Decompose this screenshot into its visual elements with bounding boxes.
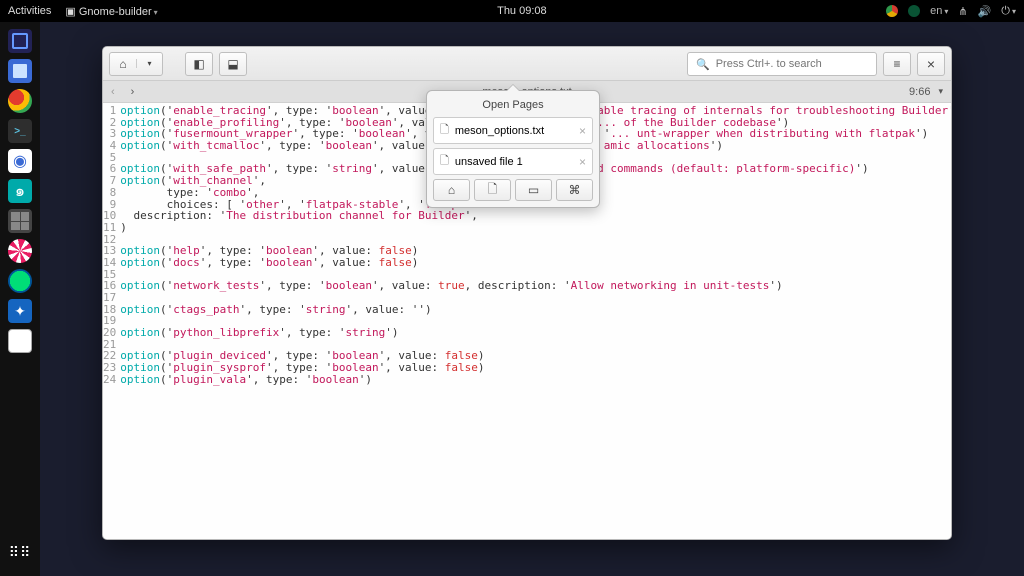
home-dropdown-button[interactable]: ⌂▾ [109, 52, 163, 76]
close-button[interactable]: × [917, 52, 945, 76]
close-page-button[interactable]: × [579, 124, 586, 138]
dock-text-icon[interactable] [5, 327, 35, 355]
panel-bottom-icon: ⬓ [227, 57, 238, 71]
volume-icon[interactable]: 🔊 [978, 5, 992, 18]
cursor-position: 9:66 [909, 86, 930, 98]
gnome-topbar: Activities ▣ Gnome-builder▾ Thu 09:08 en… [0, 0, 1024, 22]
dock-nautilus-icon[interactable] [5, 57, 35, 85]
panel-bottom-button[interactable]: ⬓ [219, 52, 247, 76]
home-icon: ⌂ [110, 57, 136, 71]
dock-candy-icon[interactable] [5, 237, 35, 265]
chrome-indicator-icon[interactable] [886, 5, 898, 17]
dock-chrome-icon[interactable] [5, 87, 35, 115]
headerbar: ⌂▾ ◧ ⬓ ≡ × [103, 47, 951, 81]
popover-newfile-button[interactable]: 🗋 [474, 179, 511, 201]
dock-swirl-icon[interactable]: ๑ [5, 177, 35, 205]
open-pages-popover: Open Pages meson_options.txt × unsaved f… [426, 90, 600, 208]
lang-indicator[interactable]: en▾ [930, 5, 948, 17]
dock-settings-icon[interactable]: ◉ [5, 147, 35, 175]
tab-menu-button[interactable]: ▾ [938, 86, 943, 97]
open-page-item[interactable]: meson_options.txt × [433, 117, 593, 144]
status-indicator-icon[interactable] [908, 5, 920, 17]
popover-link-button[interactable]: ⌘ [556, 179, 593, 201]
popover-screen-button[interactable]: ▭ [515, 179, 552, 201]
power-icon[interactable]: ⏻▾ [1001, 5, 1016, 18]
search-icon [696, 57, 710, 71]
close-page-button[interactable]: × [579, 155, 586, 169]
dock-globe-icon[interactable] [5, 267, 35, 295]
popover-home-button[interactable]: ⌂ [433, 179, 470, 201]
file-icon [440, 121, 449, 140]
panel-left-icon: ◧ [193, 57, 204, 71]
chevron-down-icon: ▾ [136, 59, 162, 68]
file-icon [440, 152, 449, 171]
activities-button[interactable]: Activities [8, 5, 51, 17]
hamburger-icon: ≡ [893, 57, 900, 71]
dock-apps-icon[interactable]: ⠿⠿ [5, 538, 35, 566]
open-page-label: meson_options.txt [455, 125, 544, 137]
dock-files-icon[interactable] [5, 27, 35, 55]
clock[interactable]: Thu 09:08 [158, 5, 886, 17]
panel-left-button[interactable]: ◧ [185, 52, 213, 76]
search-box[interactable] [687, 52, 877, 76]
line-gutter: 123456789101112131415161718192021222324 [103, 105, 120, 539]
nav-back-button[interactable]: ‹ [103, 86, 123, 98]
open-page-label: unsaved file 1 [455, 156, 523, 168]
dock-terminal-icon[interactable]: >_ [5, 117, 35, 145]
app-menu[interactable]: ▣ Gnome-builder▾ [65, 5, 157, 18]
nav-fwd-button[interactable]: › [123, 86, 143, 98]
open-page-item[interactable]: unsaved file 1 × [433, 148, 593, 175]
close-icon: × [927, 56, 935, 72]
dock-calc-icon[interactable] [5, 207, 35, 235]
network-icon[interactable]: ⋔ [958, 5, 967, 18]
dock-compass-icon[interactable]: ✦ [5, 297, 35, 325]
gnome-dock: >_ ◉ ๑ ✦ ⠿⠿ [0, 22, 40, 576]
hamburger-button[interactable]: ≡ [883, 52, 911, 76]
search-input[interactable] [716, 58, 868, 70]
popover-title: Open Pages [433, 99, 593, 111]
